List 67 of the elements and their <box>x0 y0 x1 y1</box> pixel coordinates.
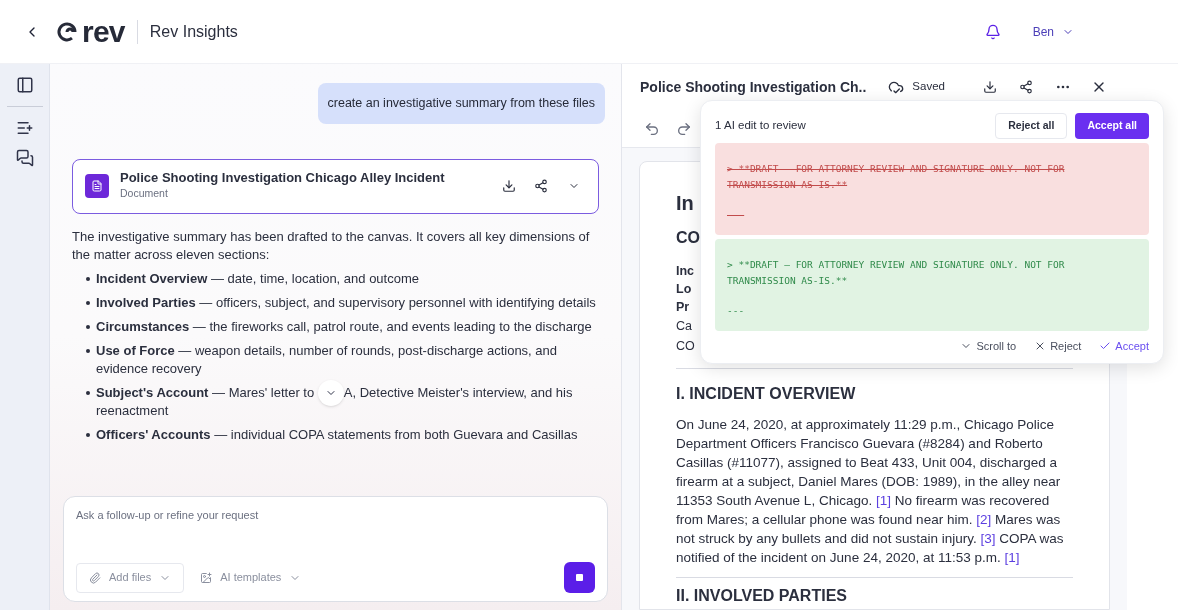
message-field[interactable]: Ask a follow-up or refine your request <box>76 507 595 524</box>
user-message: create an investigative summary from these files <box>317 83 605 124</box>
review-summary: 1 AI edit to review <box>715 118 806 134</box>
section-paragraph: On June 24, 2020, at approximately 11:29 p.m., Chicago Police Department Officers Francisco Guevara (#8284) and Roberto Casillas (#11077), assigned to Beat 433, Unit 004, discharged a firearm at a subject, Daniel Mares (DOB: 1989), in the alley near 11353 South Avenue L, Chicago. [1] No firearm was recovered from Mares; a cellular phone was found near him. [2] Mares was not struck by any bullets and did not sustain injury. [3] COPA was notified of the incident on June 24, 2020, at 11:53 p.m. [1] <box>676 416 1065 567</box>
reject-all-button[interactable]: Reject all <box>995 113 1068 139</box>
bullet-text: Officers' Accounts — individual COPA statements from both Guevara and Casillas <box>96 425 578 444</box>
download-icon[interactable] <box>502 179 516 194</box>
share-icon[interactable] <box>534 179 548 194</box>
chats-icon[interactable] <box>15 149 34 167</box>
diff-line: > **DRAFT — FOR ATTORNEY REVIEW AND SIGNATURE ONLY. NOT FOR TRANSMISSION AS-IS.** <box>727 258 1066 288</box>
document-text: Ca <box>676 318 692 335</box>
bullet-text: Use of Force — weapon details, number of rounds, post-discharge actions, and evidence recovery <box>96 341 559 378</box>
document-icon <box>85 174 109 199</box>
save-status: Saved <box>888 78 945 96</box>
bullet-text: Circumstances — the fireworks call, patrol route, and events leading to the discharge <box>96 317 592 336</box>
stop-button[interactable] <box>564 562 595 593</box>
share-icon[interactable] <box>1019 80 1033 94</box>
user-menu[interactable]: Ben <box>1032 22 1074 41</box>
citation-link[interactable]: [1] <box>1004 550 1020 565</box>
undo-icon[interactable] <box>644 120 660 137</box>
bullet-text: Subject's Account — Mares' letter to A, Detective Meister's interview, and his reenactment <box>96 383 599 420</box>
citation-link[interactable]: [2] <box>976 512 992 527</box>
document-text: In <box>676 191 694 216</box>
section-heading: II. INVOLVED PARTIES <box>676 586 847 606</box>
paperclip-icon <box>89 571 101 584</box>
section-heading: I. INCIDENT OVERVIEW <box>676 384 856 404</box>
diff-rule: --- <box>727 208 745 222</box>
summary-intro: The investigative summary has been drafted to the canvas. It covers all key dimensions of the matter across eleven sections: <box>72 227 591 264</box>
message-input[interactable]: Ask a follow-up or refine your request Add files AI templates <box>63 496 608 602</box>
scroll-to-button[interactable]: Scroll to <box>960 338 1017 355</box>
sidebar-toggle-icon[interactable] <box>15 76 34 94</box>
diff-line: > **DRAFT — FOR ATTORNEY REVIEW AND SIGNATURE ONLY. NOT FOR TRANSMISSION AS-IS.** <box>727 162 1066 192</box>
document-card[interactable]: Police Shooting Investigation Chicago Alley Incident Document <box>72 158 599 214</box>
bullet-text: Incident Overview — date, time, location, and outcome <box>96 269 419 288</box>
document-subtitle: Document <box>120 186 169 202</box>
stop-icon <box>576 574 583 581</box>
document-text: CO <box>676 228 700 248</box>
bullet-icon <box>86 432 90 437</box>
add-files-button[interactable]: Add files <box>76 562 185 593</box>
document-text: Inc <box>676 263 695 280</box>
document-text: CO <box>676 338 695 355</box>
bullet-icon <box>86 276 90 281</box>
new-chat-icon[interactable] <box>15 119 34 137</box>
accept-button[interactable]: Accept <box>1099 338 1149 355</box>
document-text: Pr <box>676 299 690 316</box>
ai-templates-button[interactable]: AI templates <box>188 562 314 593</box>
bullet-text: Involved Parties — officers, subject, and supervisory personnel with identifying details <box>96 293 596 312</box>
document-panel-title: Police Shooting Investigation Ch.. <box>640 77 867 97</box>
reject-button[interactable]: Reject <box>1034 338 1082 355</box>
logo-icon <box>56 20 78 43</box>
notification-bell-icon[interactable] <box>984 23 1001 40</box>
accept-all-button[interactable]: Accept all <box>1075 113 1149 139</box>
bullet-icon <box>86 390 90 395</box>
document-title: Police Shooting Investigation Chicago Alley Incident <box>120 170 445 187</box>
template-icon <box>200 571 213 584</box>
redo-icon[interactable] <box>676 120 692 137</box>
citation-link[interactable]: [3] <box>980 531 996 546</box>
bullet-icon <box>86 300 90 305</box>
cloud-check-icon <box>888 79 905 95</box>
bullet-icon <box>86 324 90 329</box>
app-title: Rev Insights <box>149 21 238 42</box>
diff-rule: --- <box>727 304 745 318</box>
citation-link[interactable]: [1] <box>875 493 891 508</box>
bullet-icon <box>86 348 90 353</box>
logo-text: rev <box>82 16 125 47</box>
download-icon[interactable] <box>983 80 997 94</box>
document-text: Lo <box>676 281 692 298</box>
